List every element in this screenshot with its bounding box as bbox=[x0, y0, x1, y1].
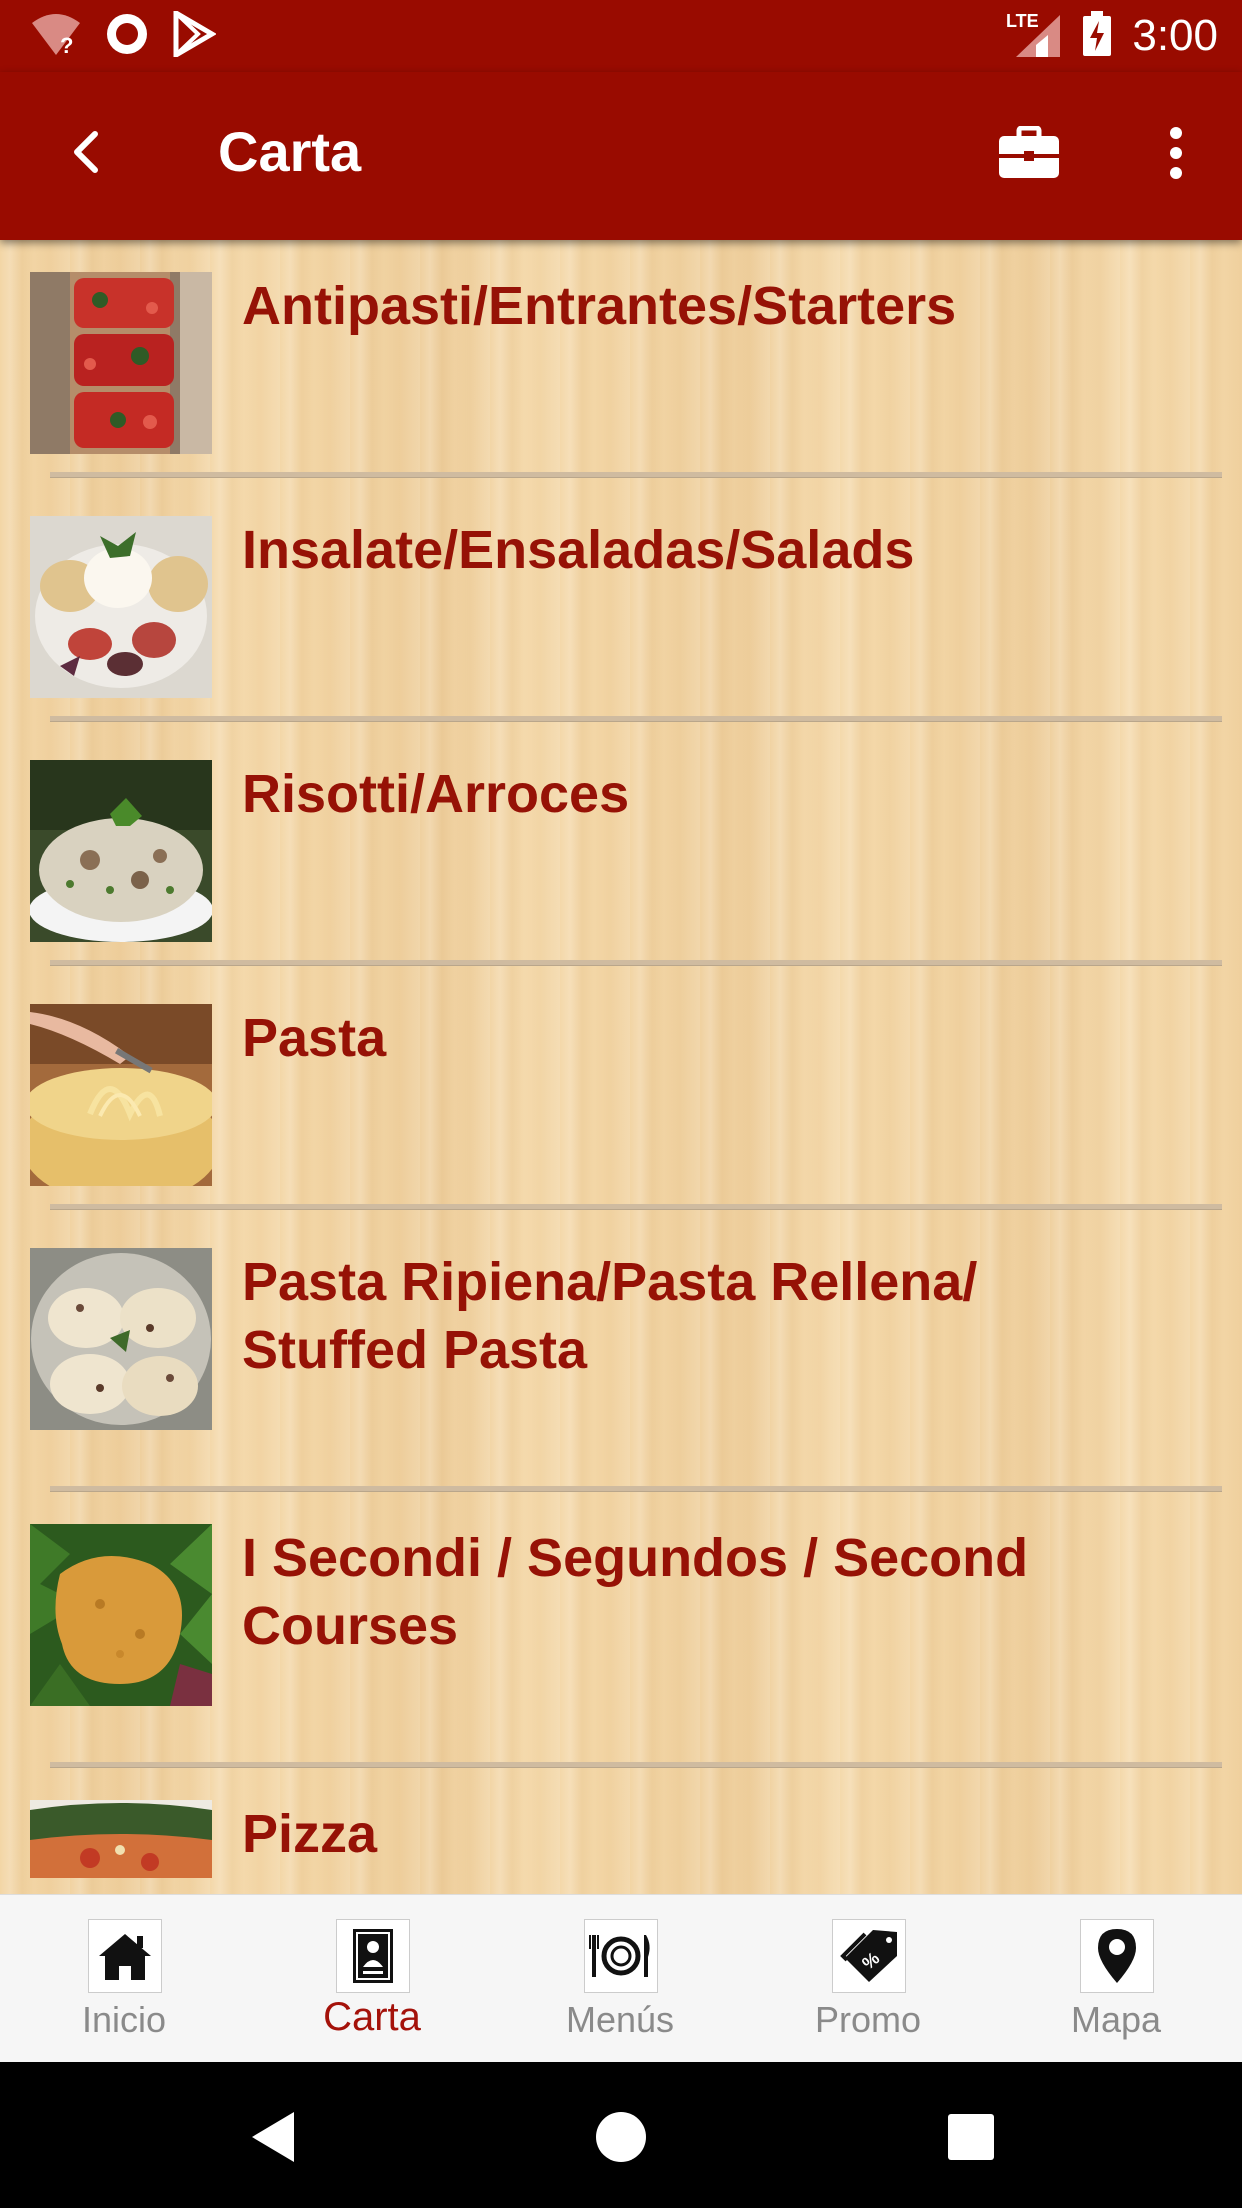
svg-text:LTE: LTE bbox=[1006, 11, 1039, 31]
svg-text:?: ? bbox=[60, 33, 73, 57]
list-item[interactable]: Pasta bbox=[0, 972, 1242, 1210]
wifi-unknown-icon: ? bbox=[30, 11, 82, 62]
more-vert-icon bbox=[1170, 127, 1182, 179]
back-button[interactable] bbox=[56, 122, 116, 182]
divider bbox=[50, 716, 1222, 722]
system-recents-button[interactable] bbox=[936, 2102, 1006, 2172]
list-item[interactable]: Risotti/Arroces bbox=[0, 728, 1242, 966]
nav-label: Menús bbox=[565, 1999, 675, 2040]
list-item[interactable]: Antipasti/Entrantes/Starters bbox=[0, 240, 1242, 478]
nav-label: Carta bbox=[323, 1995, 421, 2039]
category-label: Antipasti/Entrantes/Starters bbox=[242, 276, 957, 336]
briefcase-button[interactable] bbox=[996, 120, 1062, 186]
pasta-thumbnail bbox=[30, 1004, 212, 1186]
category-label: I Secondi / Segundos / Second Courses bbox=[242, 1528, 1029, 1656]
plate-cutlery-icon bbox=[584, 1919, 658, 1993]
category-label: Pasta Ripiena/Pasta Rellena/ Stuffed Pas… bbox=[242, 1252, 978, 1380]
app-bar: Carta bbox=[0, 72, 1242, 240]
category-label: Pasta bbox=[242, 1008, 387, 1068]
salad-thumbnail bbox=[30, 516, 212, 698]
category-label: Pizza bbox=[242, 1804, 378, 1864]
stuffed-pasta-thumbnail bbox=[30, 1248, 212, 1430]
play-store-icon bbox=[172, 8, 217, 62]
cutlet-thumbnail bbox=[30, 1524, 212, 1706]
home-icon bbox=[88, 1919, 162, 1993]
risotto-thumbnail bbox=[30, 760, 212, 942]
system-back-button[interactable] bbox=[238, 2102, 308, 2172]
more-options-button[interactable] bbox=[1160, 120, 1192, 186]
system-navigation-bar bbox=[0, 2062, 1242, 2208]
status-bar: ? LTE 3:00 bbox=[0, 0, 1242, 72]
circle-home-icon bbox=[596, 2112, 646, 2162]
list-item[interactable]: Pizza bbox=[0, 1768, 1242, 1894]
category-label: Insalate/Ensaladas/Salads bbox=[242, 520, 915, 580]
category-label: Risotti/Arroces bbox=[242, 764, 630, 824]
nav-label: Inicio bbox=[81, 1999, 167, 2040]
briefcase-icon bbox=[999, 126, 1059, 178]
nav-label: Promo bbox=[814, 1999, 922, 2040]
pizza-thumbnail bbox=[30, 1800, 212, 1878]
nav-item-inicio[interactable]: Inicio bbox=[0, 1895, 248, 2063]
bottom-navigation: Inicio Carta Menús % Promo Mapa bbox=[0, 1894, 1242, 2063]
divider bbox=[50, 1204, 1222, 1210]
menu-card-icon bbox=[336, 1919, 410, 1993]
nav-label: Mapa bbox=[1070, 1999, 1162, 2040]
list-item[interactable]: Insalate/Ensaladas/Salads bbox=[0, 484, 1242, 722]
triangle-back-icon bbox=[252, 2112, 294, 2162]
menu-category-list[interactable]: Antipasti/Entrantes/Starters Insalate/En… bbox=[0, 240, 1242, 1894]
list-item[interactable]: I Secondi / Segundos / Second Courses bbox=[0, 1492, 1242, 1768]
nav-item-carta[interactable]: Carta bbox=[248, 1895, 496, 2063]
page-title: Carta bbox=[218, 120, 362, 183]
divider bbox=[50, 472, 1222, 478]
list-item[interactable]: Pasta Ripiena/Pasta Rellena/ Stuffed Pas… bbox=[0, 1216, 1242, 1492]
tag-percent-icon: % bbox=[832, 1919, 906, 1993]
nav-item-mapa[interactable]: Mapa bbox=[992, 1895, 1240, 2063]
chevron-left-icon bbox=[74, 131, 98, 173]
nav-item-promo[interactable]: % Promo bbox=[744, 1895, 992, 2063]
clock: 3:00 bbox=[1132, 11, 1218, 60]
record-icon bbox=[104, 11, 150, 62]
bruschetta-thumbnail bbox=[30, 272, 212, 454]
nav-item-menus[interactable]: Menús bbox=[496, 1895, 744, 2063]
divider bbox=[50, 960, 1222, 966]
map-pin-icon bbox=[1080, 1919, 1154, 1993]
lte-signal-icon: LTE bbox=[1006, 9, 1062, 64]
system-home-button[interactable] bbox=[586, 2102, 656, 2172]
square-recents-icon bbox=[948, 2114, 994, 2160]
battery-charging-icon bbox=[1082, 10, 1112, 62]
